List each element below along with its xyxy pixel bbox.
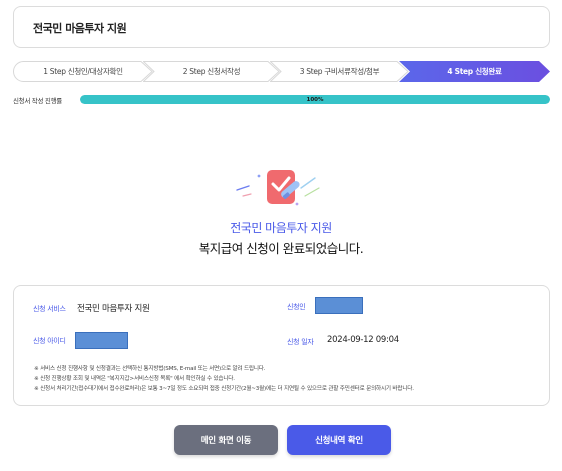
step-4-label: 4 Step 신청완료 <box>447 67 502 76</box>
notice-3: ※ 신청서 처리기간(접수대기에서 접수완료처리)은 보통 3~7일 정도 소요… <box>34 386 414 392</box>
date-label: 신청 일자 <box>287 338 314 346</box>
application-summary: 신청 서비스 전국민 마음투자 지원 신청인 신청 아이디 신청 일자 2024… <box>13 285 550 406</box>
notice-1: ※ 서비스 신청 진행사항 및 신청결과는 선택하신 통지방법(SMS, E-m… <box>34 366 266 372</box>
step-3-label: 3 Step 구비서류작성/첨부 <box>299 67 380 76</box>
notice-2: ※ 신청 진행상황 조회 및 내역은 "복지지갑>서비스신청 목록" 에서 확인… <box>34 376 235 382</box>
id-redacted <box>75 332 128 349</box>
checklist-pen-icon <box>236 170 320 206</box>
step-3: 3 Step 구비서류작성/첨부 <box>270 61 409 82</box>
progress-value: 100% <box>306 96 324 103</box>
step-2-label: 2 Step 신청서작성 <box>182 67 241 76</box>
go-main-button[interactable]: 메인 화면 이동 <box>174 425 278 455</box>
progress-fill: 100% <box>80 95 550 104</box>
progress-track: 100% <box>80 95 550 104</box>
step-2: 2 Step 신청서작성 <box>143 61 280 82</box>
progress-label: 신청서 작성 진행률 <box>13 97 62 105</box>
service-label: 신청 서비스 <box>33 305 66 313</box>
step-4-active: 4 Step 신청완료 <box>399 61 550 82</box>
completion-progress: 신청서 작성 진행률 100% <box>13 95 550 105</box>
view-history-button[interactable]: 신청내역 확인 <box>287 425 391 455</box>
step-indicator: 1 Step 신청인/대상자확인 2 Step 신청서작성 3 Step 구비서… <box>13 61 550 82</box>
hero-service-name: 전국민 마음투자 지원 <box>230 221 332 235</box>
date-value: 2024-09-12 09:04 <box>327 335 399 345</box>
completion-message: 복지급여 신청이 완료되었습니다. <box>198 241 364 256</box>
step-1: 1 Step 신청인/대상자확인 <box>13 61 153 82</box>
applicant-label: 신청인 <box>287 303 306 311</box>
service-value: 전국민 마음투자 지원 <box>77 304 150 314</box>
id-label: 신청 아이디 <box>33 337 66 345</box>
page-header: 전국민 마음투자 지원 <box>13 6 550 48</box>
step-1-label: 1 Step 신청인/대상자확인 <box>43 67 123 76</box>
applicant-redacted <box>315 297 363 314</box>
page-title: 전국민 마음투자 지원 <box>33 22 127 35</box>
